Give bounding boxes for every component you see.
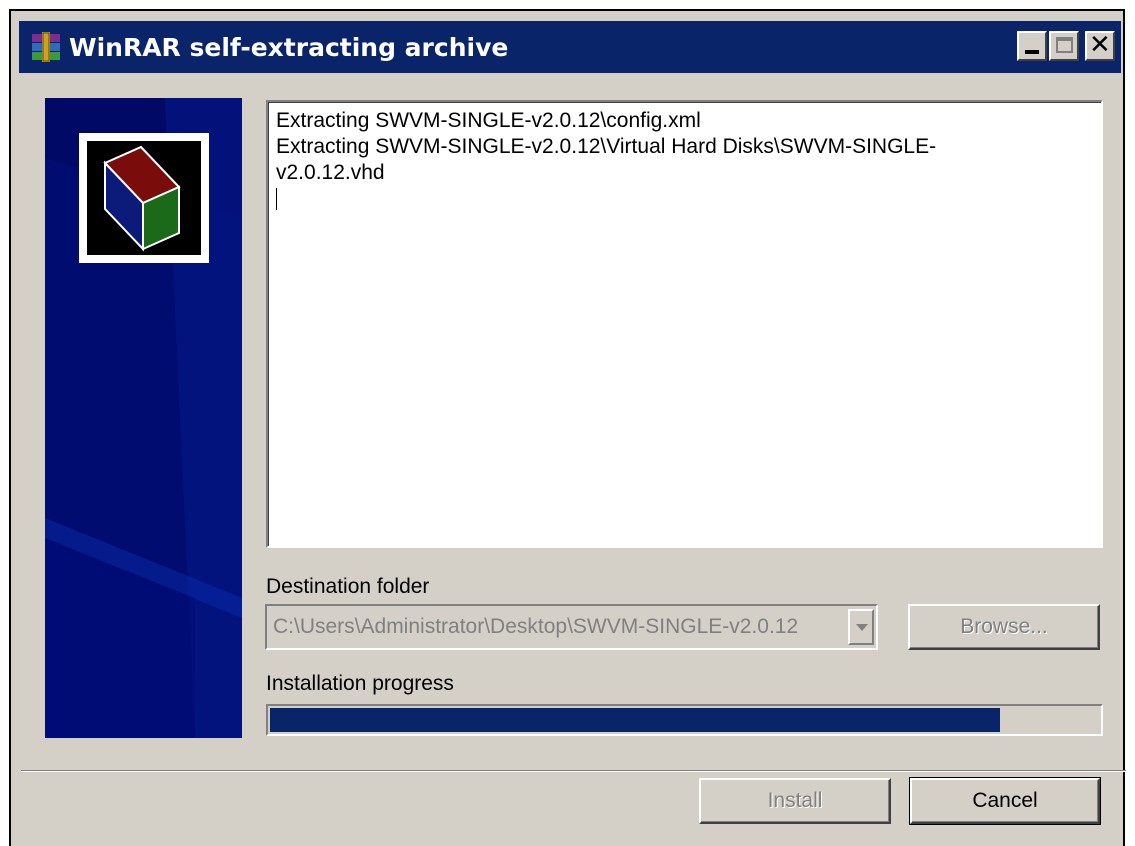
progress-fill <box>270 708 1000 732</box>
destination-folder-combobox[interactable]: C:\Users\Administrator\Desktop\SWVM-SING… <box>265 604 878 650</box>
cancel-button[interactable]: Cancel <box>909 777 1101 825</box>
maximize-icon <box>1056 37 1073 53</box>
extraction-log[interactable]: Extracting SWVM-SINGLE-v2.0.12\config.xm… <box>266 100 1103 548</box>
title-bar[interactable]: WinRAR self-extracting archive ✕ <box>19 21 1121 73</box>
close-button[interactable]: ✕ <box>1085 30 1115 61</box>
side-banner <box>45 98 242 738</box>
minimize-icon <box>1025 50 1039 54</box>
chevron-down-icon <box>856 624 868 631</box>
destination-folder-label: Destination folder <box>266 575 430 598</box>
window-title: WinRAR self-extracting archive <box>69 32 509 62</box>
log-line: Extracting SWVM-SINGLE-v2.0.12\Virtual H… <box>276 135 937 184</box>
maximize-button[interactable] <box>1049 31 1079 61</box>
installation-progress-bar <box>266 704 1103 736</box>
button-area-divider <box>21 770 1126 772</box>
close-icon: ✕ <box>1089 30 1111 60</box>
destination-dropdown-button[interactable] <box>848 609 874 645</box>
install-button[interactable]: Install <box>699 778 891 824</box>
destination-folder-value: C:\Users\Administrator\Desktop\SWVM-SING… <box>273 615 799 638</box>
minimize-button[interactable] <box>1017 31 1047 61</box>
log-line: Extracting SWVM-SINGLE-v2.0.12\config.xm… <box>276 109 701 132</box>
winrar-app-icon <box>32 32 60 62</box>
browse-button[interactable]: Browse... <box>908 604 1100 650</box>
archive-logo <box>79 133 209 263</box>
text-caret <box>276 188 277 210</box>
installation-progress-label: Installation progress <box>266 672 454 695</box>
archive-box-icon <box>103 145 181 252</box>
